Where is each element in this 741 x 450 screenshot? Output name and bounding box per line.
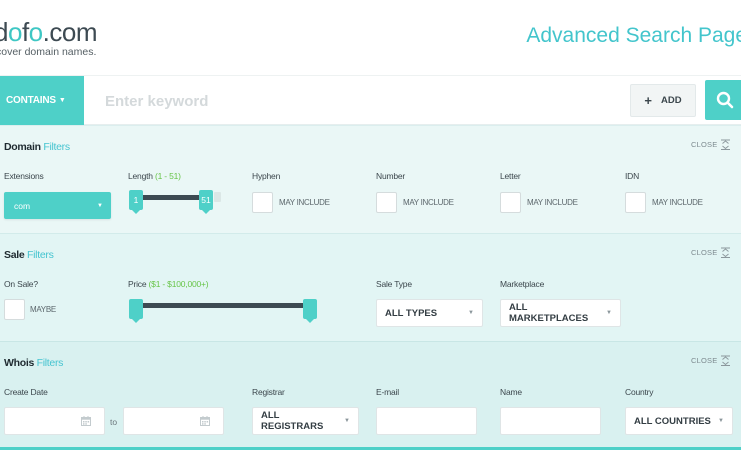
length-label: Length (1 - 51) (128, 171, 181, 181)
idn-label: IDN (625, 171, 640, 181)
add-button[interactable]: + ADD (630, 84, 696, 117)
collapse-icon (721, 247, 731, 258)
letter-option-label: MAY INCLUDE (527, 198, 578, 207)
collapse-icon (721, 139, 731, 150)
contains-label: CONTAINS (6, 95, 56, 106)
section-title: Whois Filters (4, 357, 64, 369)
length-slider-max-handle[interactable]: 51 (199, 190, 213, 214)
number-option-label: MAY INCLUDE (403, 198, 454, 207)
sale-type-select[interactable]: ALL TYPES ▼ (376, 299, 483, 327)
marketplace-select[interactable]: ALL MARKETPLACES ▼ (500, 299, 621, 327)
letter-label: Letter (500, 171, 521, 181)
country-select[interactable]: ALL COUNTRIES ▼ (625, 407, 733, 435)
hyphen-label: Hyphen (252, 171, 281, 181)
hyphen-option-label: MAY INCLUDE (279, 198, 330, 207)
create-date-from-input[interactable] (4, 407, 105, 435)
marketplace-label: Marketplace (500, 279, 545, 289)
chevron-down-icon: ▼ (58, 97, 66, 104)
sale-filters-section: Sale Filters CLOSE On Sale? MAYBE Price … (0, 233, 741, 341)
create-date-label: Create Date (4, 387, 48, 397)
name-label: Name (500, 387, 522, 397)
domain-filters-section: Domain Filters CLOSE Extensions com ▼ Le… (0, 125, 741, 233)
collapse-icon (721, 355, 731, 366)
chevron-down-icon: ▼ (97, 202, 103, 209)
page-title: Advanced Search Page (526, 24, 741, 47)
search-bar: CONTAINS ▼ + ADD (0, 76, 741, 125)
name-field[interactable] (500, 407, 601, 435)
price-slider-min-handle[interactable] (129, 299, 143, 323)
on-sale-checkbox[interactable] (4, 299, 25, 320)
site-tagline: cover domain names. (0, 46, 97, 58)
email-label: E-mail (376, 387, 399, 397)
length-slider-min-handle[interactable]: 1 (129, 190, 143, 214)
price-slider-track[interactable] (136, 303, 310, 308)
country-label: Country (625, 387, 654, 397)
registrar-select[interactable]: ALL REGISTRARS ▼ (252, 407, 359, 435)
slider-handle-shadow (214, 192, 221, 202)
price-slider-max-handle[interactable] (303, 299, 317, 323)
close-sale-filters-button[interactable]: CLOSE (691, 247, 731, 258)
chevron-down-icon: ▼ (344, 418, 350, 424)
extensions-label: Extensions (4, 171, 44, 181)
hyphen-checkbox[interactable] (252, 192, 273, 213)
close-whois-filters-button[interactable]: CLOSE (691, 355, 731, 366)
price-label: Price ($1 - $100,000+) (128, 279, 209, 289)
chevron-down-icon: ▼ (468, 310, 474, 316)
on-sale-option-label: MAYBE (30, 305, 56, 314)
site-header: dofo.com cover domain names. Advanced Se… (0, 0, 741, 76)
idn-option-label: MAY INCLUDE (652, 198, 703, 207)
idn-checkbox[interactable] (625, 192, 646, 213)
add-label: ADD (661, 95, 682, 106)
email-field[interactable] (376, 407, 477, 435)
date-range-to-label: to (110, 417, 118, 427)
section-title: Sale Filters (4, 249, 54, 261)
whois-filters-section: Whois Filters CLOSE Create Date to Regis… (0, 341, 741, 450)
number-label: Number (376, 171, 406, 181)
close-domain-filters-button[interactable]: CLOSE (691, 139, 731, 150)
search-button[interactable] (705, 80, 741, 120)
chevron-down-icon: ▼ (606, 310, 612, 316)
sale-type-label: Sale Type (376, 279, 412, 289)
keyword-input[interactable] (105, 90, 405, 112)
registrar-label: Registrar (252, 387, 285, 397)
search-icon (716, 91, 734, 109)
on-sale-label: On Sale? (4, 279, 38, 289)
calendar-icon (81, 416, 91, 426)
length-slider-track[interactable] (136, 195, 208, 200)
chevron-down-icon: ▼ (718, 418, 724, 424)
number-checkbox[interactable] (376, 192, 397, 213)
section-title: Domain Filters (4, 141, 70, 153)
contains-dropdown[interactable]: CONTAINS ▼ (0, 76, 84, 125)
calendar-icon (200, 416, 210, 426)
create-date-to-input[interactable] (123, 407, 224, 435)
plus-icon: + (644, 93, 652, 108)
letter-checkbox[interactable] (500, 192, 521, 213)
extensions-select[interactable]: com ▼ (4, 192, 111, 219)
site-logo[interactable]: dofo.com (0, 17, 97, 48)
